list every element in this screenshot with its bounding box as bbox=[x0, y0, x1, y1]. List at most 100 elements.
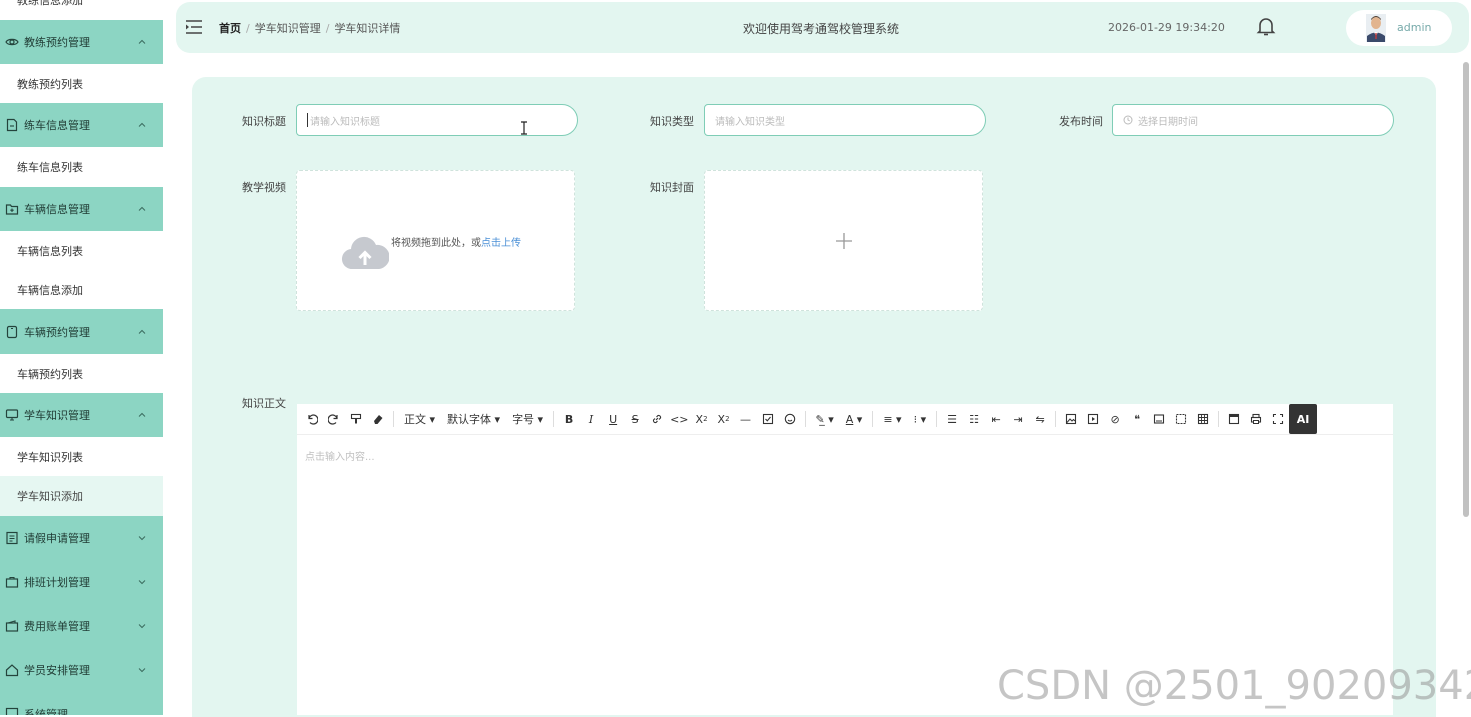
line-height-icon[interactable]: ⁝ ▾ bbox=[908, 408, 933, 430]
font-family-select[interactable]: 默认字体 ▾ bbox=[441, 408, 506, 430]
sidebar-item-label: 车辆信息添加 bbox=[17, 283, 83, 297]
sidebar-group-billing[interactable]: 费用账单管理 bbox=[0, 604, 163, 648]
sidebar-item-vehicle-add[interactable]: 车辆信息添加 bbox=[0, 270, 163, 309]
upload-link[interactable]: 点击上传 bbox=[481, 238, 521, 249]
template-icon[interactable] bbox=[1170, 408, 1192, 430]
clock-icon bbox=[1123, 115, 1133, 125]
sidebar-group-system[interactable]: 系统管理 bbox=[0, 692, 163, 715]
numbered-list-icon[interactable]: ☷ bbox=[963, 408, 985, 430]
format-painter-icon[interactable] bbox=[345, 408, 367, 430]
sidebar-group-schedule[interactable]: 排班计划管理 bbox=[0, 560, 163, 604]
sidebar-group-label: 排班计划管理 bbox=[24, 576, 90, 589]
sidebar-group-label: 系统管理 bbox=[24, 708, 68, 715]
text-cursor bbox=[307, 113, 308, 127]
sidebar-group-student[interactable]: 学员安排管理 bbox=[0, 648, 163, 692]
sidebar: 教练信息添加 教练预约管理 教练预约列表 练车信息管理 练车信息列表 车辆信息管… bbox=[0, 0, 163, 715]
underline-icon[interactable]: U bbox=[602, 408, 624, 430]
sidebar-item-knowledge-add[interactable]: 学车知识添加 bbox=[0, 476, 163, 516]
font-family-select-value: 默认字体 bbox=[447, 413, 492, 426]
checkbox-icon[interactable] bbox=[757, 408, 779, 430]
redo-icon[interactable] bbox=[323, 408, 345, 430]
sidebar-item-coach-booking-list[interactable]: 教练预约列表 bbox=[0, 64, 163, 103]
top-header: 首页 / 学车知识管理 / 学车知识详情 欢迎使用驾考通驾校管理系统 2026-01-2… bbox=[176, 2, 1469, 53]
sidebar-item-vehicle-list[interactable]: 车辆信息列表 bbox=[0, 231, 163, 270]
clear-format-icon[interactable] bbox=[367, 408, 389, 430]
indent-increase-icon[interactable]: ⇥ bbox=[1007, 408, 1029, 430]
preview-icon[interactable] bbox=[1223, 408, 1245, 430]
print-icon[interactable] bbox=[1245, 408, 1267, 430]
indent-decrease-icon[interactable]: ⇤ bbox=[985, 408, 1007, 430]
breadcrumb-item[interactable]: 学车知识管理 bbox=[255, 22, 321, 35]
chevron-down-icon bbox=[137, 533, 147, 543]
user-menu[interactable]: admin bbox=[1346, 10, 1452, 46]
bold-icon[interactable]: B bbox=[558, 408, 580, 430]
font-color-icon[interactable]: A ▾ bbox=[840, 408, 869, 430]
sidebar-group-label: 车辆预约管理 bbox=[24, 325, 90, 339]
briefcase-icon bbox=[5, 575, 19, 589]
type-input[interactable]: 请输入知识类型 bbox=[704, 104, 986, 136]
editor-placeholder: 点击输入内容... bbox=[305, 452, 375, 463]
home-icon bbox=[5, 663, 19, 677]
link-icon[interactable] bbox=[646, 408, 668, 430]
wallet-icon bbox=[5, 619, 19, 633]
sidebar-item-label: 学车知识列表 bbox=[17, 450, 83, 464]
sidebar-item-practice-list[interactable]: 练车信息列表 bbox=[0, 147, 163, 187]
type-placeholder: 请输入知识类型 bbox=[715, 116, 785, 128]
sidebar-group-practice[interactable]: 练车信息管理 bbox=[0, 103, 163, 147]
type-label: 知识类型 bbox=[650, 115, 694, 128]
tablet-icon bbox=[5, 325, 19, 339]
undo-icon[interactable] bbox=[301, 408, 323, 430]
strikethrough-icon[interactable]: S bbox=[624, 408, 646, 430]
code-icon[interactable]: <> bbox=[668, 408, 690, 430]
page-scrollbar[interactable] bbox=[1463, 62, 1469, 517]
publish-time-picker[interactable]: 选择日期时间 bbox=[1112, 104, 1394, 136]
cover-upload-box[interactable] bbox=[704, 170, 983, 311]
video-label: 教学视频 bbox=[242, 181, 286, 194]
toolbar-divider bbox=[1055, 411, 1057, 427]
superscript-icon[interactable]: X2 bbox=[713, 408, 735, 430]
chevron-down-icon bbox=[137, 621, 147, 631]
attachment-icon[interactable]: ⊘ bbox=[1104, 408, 1126, 430]
watermark: CSDN @2501_90209342 bbox=[997, 663, 1471, 709]
system-title: 欢迎使用驾考通驾校管理系统 bbox=[743, 22, 900, 36]
subscript-icon[interactable]: X2 bbox=[691, 408, 713, 430]
sidebar-item-label: 教练信息添加 bbox=[17, 0, 83, 7]
sidebar-item-vehicle-booking-list[interactable]: 车辆预约列表 bbox=[0, 354, 163, 393]
bullet-list-icon[interactable]: ☰ bbox=[941, 408, 963, 430]
sidebar-group-label: 学车知识管理 bbox=[24, 409, 90, 422]
sidebar-group-leave[interactable]: 请假申请管理 bbox=[0, 516, 163, 560]
title-label: 知识标题 bbox=[242, 115, 286, 128]
image-icon[interactable] bbox=[1060, 408, 1082, 430]
text-direction-icon[interactable]: ⇋ bbox=[1029, 408, 1051, 430]
video-upload-dropzone[interactable]: 将视频拖到此处，或点击上传 bbox=[296, 170, 575, 311]
highlight-color-icon[interactable]: ✎̲ ▾ bbox=[810, 408, 840, 430]
ai-assistant-button[interactable]: AI bbox=[1289, 404, 1318, 434]
divider-line-icon[interactable]: — bbox=[735, 408, 757, 430]
align-icon[interactable]: ≡ ▾ bbox=[877, 408, 907, 430]
sidebar-item-knowledge-list[interactable]: 学车知识列表 bbox=[0, 437, 163, 476]
sidebar-group-coach-booking[interactable]: 教练预约管理 bbox=[0, 20, 163, 64]
font-size-select[interactable]: 字号 ▾ bbox=[506, 408, 549, 430]
sidebar-group-vehicle-booking[interactable]: 车辆预约管理 bbox=[0, 309, 163, 354]
video-icon[interactable] bbox=[1082, 408, 1104, 430]
table-icon[interactable] bbox=[1192, 408, 1214, 430]
italic-icon[interactable]: I bbox=[580, 408, 602, 430]
chevron-up-icon bbox=[137, 37, 147, 47]
folder-plus-icon bbox=[5, 202, 19, 216]
sidebar-group-knowledge[interactable]: 学车知识管理 bbox=[0, 393, 163, 437]
paragraph-select[interactable]: 正文 ▾ bbox=[398, 408, 441, 430]
quote-icon[interactable]: ❝ bbox=[1126, 408, 1148, 430]
emoji-icon[interactable] bbox=[779, 408, 801, 430]
sidebar-item-coach-add[interactable]: 教练信息添加 bbox=[0, 0, 163, 8]
menu-fold-icon[interactable] bbox=[185, 19, 203, 35]
bell-icon[interactable] bbox=[1256, 16, 1276, 38]
fullscreen-icon[interactable] bbox=[1267, 408, 1289, 430]
breadcrumb-home[interactable]: 首页 bbox=[219, 22, 241, 35]
content-label: 知识正文 bbox=[242, 397, 286, 410]
toolbar-divider bbox=[553, 411, 555, 427]
cloud-upload-icon bbox=[341, 233, 389, 271]
editor-toolbar: 正文 ▾ 默认字体 ▾ 字号 ▾ B I U S <> X2 X2 — ✎̲ ▾… bbox=[297, 404, 1393, 435]
sidebar-group-vehicle[interactable]: 车辆信息管理 bbox=[0, 187, 163, 231]
title-input[interactable]: 请输入知识标题 bbox=[296, 104, 578, 136]
code-block-icon[interactable] bbox=[1148, 408, 1170, 430]
